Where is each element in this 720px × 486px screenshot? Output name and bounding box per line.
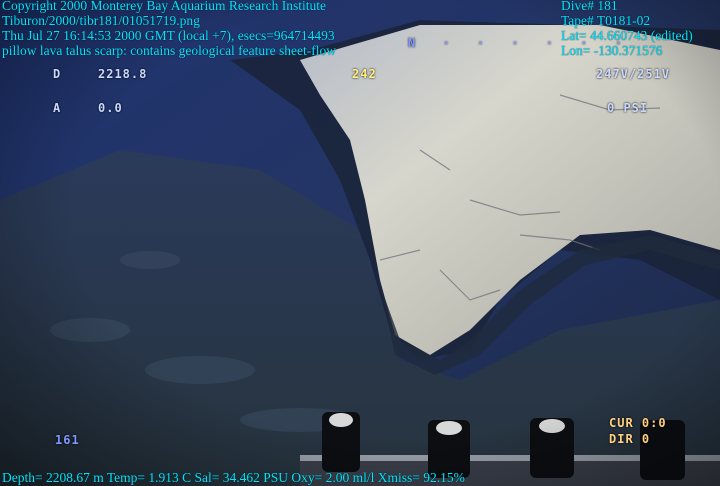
telemetry-caption: Depth= 2208.67 m Temp= 1.913 C Sal= 34.4… <box>2 470 465 485</box>
timestamp-caption: Thu Jul 27 16:14:53 2000 GMT (local +7),… <box>2 28 335 43</box>
osd-heading: 242 <box>352 67 377 81</box>
heading-tick-marks: N · · · · · · <box>408 36 632 50</box>
osd-current: CUR 0:0 <box>609 416 667 430</box>
osd-camera-state: 247V/251V <box>596 67 671 81</box>
description-caption: pillow lava talus scarp: contains geolog… <box>2 43 337 58</box>
tape-number: Tape# T0181-02 <box>561 13 651 28</box>
osd-depth-value: 2218.8 <box>98 67 148 81</box>
osd-direction: DIR 0 <box>609 432 651 446</box>
copyright-caption: Copyright 2000 Monterey Bay Aquarium Res… <box>2 0 326 13</box>
rov-video-frame: Copyright 2000 Monterey Bay Aquarium Res… <box>0 0 720 486</box>
file-path-caption: Tiburon/2000/tibr181/01051719.png <box>2 13 200 28</box>
osd-counter: 161 <box>55 433 80 447</box>
osd-pressure: 0 PSI <box>607 101 649 115</box>
osd-altitude-value: 0.0 <box>98 101 123 115</box>
dive-number: Dive# 181 <box>561 0 618 13</box>
osd-altitude-label: A <box>53 101 62 115</box>
osd-depth-label: D <box>53 67 62 81</box>
